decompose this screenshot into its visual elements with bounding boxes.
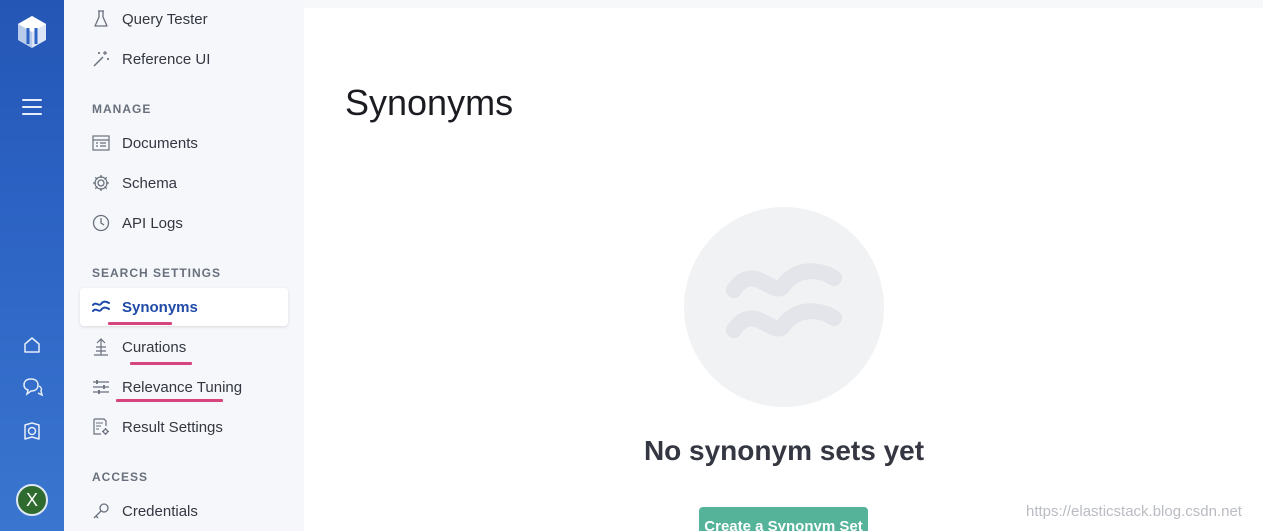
sidebar-item-query-tester[interactable]: Query Tester — [80, 0, 288, 38]
create-synonym-set-button[interactable]: Create a Synonym Set — [699, 507, 868, 531]
highlight-underline-curations — [130, 362, 192, 365]
sidebar-item-reference-ui[interactable]: Reference UI — [80, 40, 288, 78]
sidebar-item-credentials[interactable]: Credentials — [80, 492, 288, 530]
sidebar-item-label: API Logs — [122, 214, 183, 232]
sidebar-item-synonyms[interactable]: Synonyms — [80, 288, 288, 326]
approx-icon — [92, 298, 110, 316]
sidebar-item-result-settings[interactable]: Result Settings — [80, 408, 288, 446]
sidebar-item-schema[interactable]: Schema — [80, 164, 288, 202]
page-title: Synonyms — [345, 82, 514, 123]
section-title-search-settings: SEARCH SETTINGS — [92, 266, 222, 280]
documents-icon — [92, 134, 110, 152]
sidebar-item-label: Schema — [122, 174, 178, 192]
watermark: https://elasticstack.blog.csdn.net — [1026, 503, 1242, 520]
section-title-access: ACCESS — [92, 470, 149, 484]
sidebar-item-label: Curations — [122, 338, 187, 356]
app-search-logo-icon[interactable] — [0, 12, 64, 52]
approx-icon — [724, 260, 844, 355]
sidebar-item-label: Credentials — [122, 502, 198, 520]
magic-wand-icon — [92, 50, 110, 68]
key-icon — [92, 502, 110, 520]
top-strip — [304, 0, 1263, 8]
sidebar-item-label: Relevance Tuning — [122, 378, 243, 396]
home-icon[interactable] — [0, 330, 64, 360]
empty-state-title: No synonym sets yet — [643, 435, 925, 466]
sidebar-item-label: Result Settings — [122, 418, 223, 436]
sidebar-item-label: Query Tester — [122, 10, 208, 28]
sidebar-item-label: Documents — [122, 134, 198, 152]
sidebar: Query Tester Reference UI MANAGE Documen… — [64, 0, 304, 531]
gear-icon — [92, 174, 110, 192]
hamburger-menu-icon[interactable] — [0, 92, 64, 122]
chat-icon[interactable] — [0, 372, 64, 402]
sliders-icon — [92, 378, 110, 396]
section-title-manage: MANAGE — [92, 102, 152, 116]
flask-icon — [92, 10, 110, 28]
documentation-icon[interactable] — [0, 416, 64, 446]
highlight-underline-relevance-tuning — [116, 399, 223, 402]
sidebar-item-api-logs[interactable]: API Logs — [80, 204, 288, 242]
result-settings-icon — [92, 418, 110, 436]
sidebar-item-label: Synonyms — [122, 298, 198, 316]
highlight-underline-synonyms — [108, 322, 172, 325]
clock-icon — [92, 214, 110, 232]
avatar[interactable]: X — [16, 484, 48, 516]
sidebar-item-label: Reference UI — [122, 50, 211, 68]
sidebar-item-curations[interactable]: Curations — [80, 328, 288, 366]
curations-icon — [92, 338, 110, 356]
empty-state-illustration — [684, 207, 884, 407]
sidebar-item-documents[interactable]: Documents — [80, 124, 288, 162]
left-rail: X — [0, 0, 64, 531]
